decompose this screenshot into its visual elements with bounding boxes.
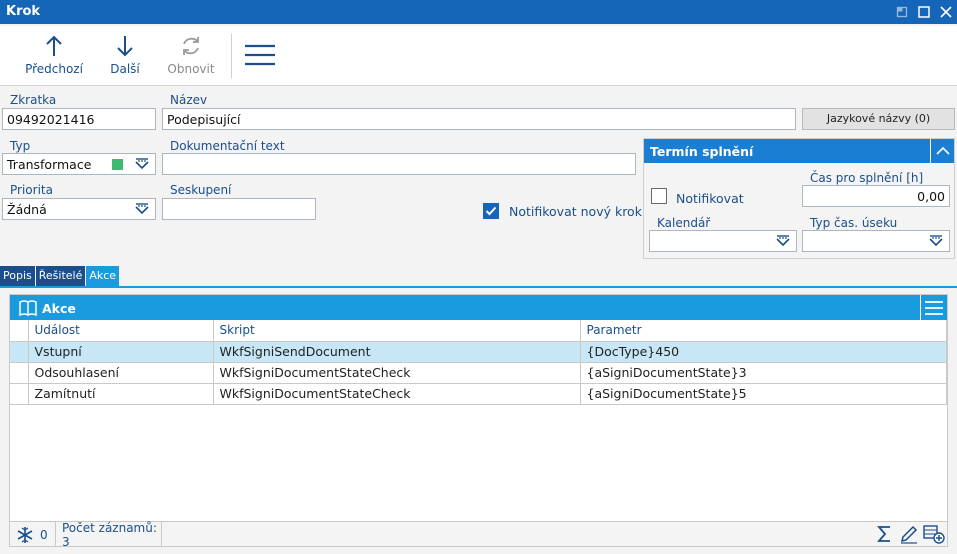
tab-bar: Popis Řešitelé Akce [0,266,120,286]
nazev-label: Název [170,93,208,107]
deadline-panel: Termín splnění Čas pro splnění [h] Notif… [643,138,955,259]
calendar-label: Kalendář [657,216,711,230]
restore-icon[interactable] [891,0,913,24]
cell-parametr: {DocType}450 [580,341,947,363]
typ-value: Transformace [7,157,92,172]
dokumentacni-text-label: Dokumentační text [170,139,285,153]
maximize-icon[interactable] [913,0,935,24]
deadline-panel-header: Termín splnění [644,139,954,163]
time-input[interactable]: 0,00 [802,185,950,207]
check-icon [485,206,497,216]
typ-label: Typ [10,139,31,153]
toolbar-separator [231,34,232,78]
refresh-label: Obnovit [167,62,215,76]
hamburger-menu-icon[interactable] [244,44,276,69]
dropdown-icon[interactable] [134,157,150,174]
edit-icon[interactable] [899,524,919,547]
record-count: Počet záznamů: 3 [56,521,162,549]
table-row[interactable]: Odsouhlasení WkfSigniDocumentStateCheck … [10,362,947,384]
arrow-down-icon [117,36,133,57]
previous-label: Předchozí [25,62,83,76]
window-title: Krok [6,4,41,19]
grid-header-row: Událost Skript Parametr [10,320,947,342]
next-label: Další [110,62,140,76]
book-icon [18,299,38,320]
cell-skript: WkfSigniDocumentStateCheck [213,362,581,384]
footer-actions [875,524,945,547]
priorita-select[interactable]: Žádná [2,198,156,220]
cell-skript: WkfSigniDocumentStateCheck [213,383,581,405]
collapse-icon[interactable] [930,139,954,163]
priorita-label: Priorita [10,183,53,197]
next-button[interactable]: Další [90,34,160,76]
notify-label: Notifikovat [676,191,744,206]
dropdown-icon[interactable] [134,202,150,219]
cell-parametr: {aSigniDocumentState}5 [580,383,947,405]
segment-label: Typ čas. úseku [810,216,898,230]
deadline-panel-title: Termín splnění [650,144,754,159]
row-indicator-header [10,320,29,342]
tab-popis[interactable]: Popis [0,266,35,286]
grid-footer: 0 Počet záznamů: 3 [10,521,947,549]
column-header-parametr[interactable]: Parametr [580,320,947,342]
cell-skript: WkfSigniSendDocument [213,341,581,363]
toolbar: Předchozí Další Obnovit [0,26,957,86]
cell-udalost: Odsouhlasení [28,362,214,384]
column-header-udalost[interactable]: Událost [28,320,214,342]
grid-table: Událost Skript Parametr Vstupní WkfSigni… [10,320,947,405]
refresh-button[interactable]: Obnovit [156,34,226,76]
calendar-select[interactable] [649,230,797,252]
zkratka-input[interactable]: 09492021416 [2,108,156,130]
snowflake-icon [17,526,33,543]
notify-new-step-label: Notifikovat nový krok [509,204,642,219]
table-row[interactable]: Vstupní WkfSigniSendDocument {DocType}45… [10,341,947,363]
actions-grid: Akce Událost Skript Parametr Vstupní Wkf… [9,294,948,549]
typ-select[interactable]: Transformace [2,153,156,175]
row-indicator [10,362,29,384]
tab-resitele[interactable]: Řešitelé [35,266,86,286]
row-indicator [10,341,29,363]
typ-color-swatch [112,159,123,170]
row-indicator [10,383,29,405]
grid-title: Akce [42,301,76,316]
grid-menu-icon[interactable] [920,295,947,320]
zkratka-label: Zkratka [10,93,57,107]
arrow-up-icon [46,35,62,56]
language-names-button[interactable]: Jazykové názvy (0) [802,108,955,130]
tab-underline [0,286,957,288]
segment-select[interactable] [802,230,950,252]
close-icon[interactable] [935,0,957,24]
refresh-icon [183,37,199,55]
grid-header: Akce [10,295,947,320]
notify-checkbox[interactable] [651,188,667,204]
previous-button[interactable]: Předchozí [19,34,89,76]
sum-icon[interactable] [875,524,895,547]
notify-new-step-checkbox[interactable] [483,203,499,219]
cell-udalost: Vstupní [28,341,214,363]
table-row[interactable]: Zamítnutí WkfSigniDocumentStateCheck {aS… [10,383,947,405]
tab-akce[interactable]: Akce [86,266,120,286]
nazev-input[interactable]: Podepisující [162,108,796,130]
dokumentacni-text-input[interactable] [162,153,636,175]
dropdown-icon[interactable] [775,234,791,251]
priorita-value: Žádná [7,202,47,217]
time-label: Čas pro splnění [h] [810,171,924,185]
filter-count: 0 [40,527,48,542]
add-record-icon[interactable] [923,524,945,547]
filter-toggle[interactable]: 0 [10,522,56,547]
cell-parametr: {aSigniDocumentState}3 [580,362,947,384]
window-titlebar: Krok [0,0,957,24]
column-header-skript[interactable]: Skript [213,320,581,342]
seskupeni-input[interactable] [162,198,316,220]
seskupeni-label: Seskupení [170,183,232,197]
cell-udalost: Zamítnutí [28,383,214,405]
dropdown-icon[interactable] [928,234,944,251]
